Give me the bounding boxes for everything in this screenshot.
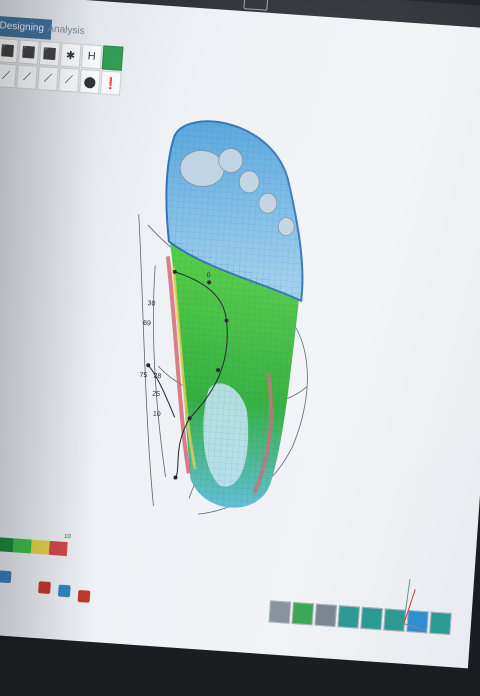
- tool-move-icon[interactable]: ⬛: [17, 39, 40, 65]
- layer-icon-6[interactable]: [77, 589, 91, 603]
- layer-icon-4[interactable]: [38, 581, 51, 594]
- cp-label-5: 25: [152, 391, 160, 399]
- tool-curve-1-icon[interactable]: ⟋: [0, 62, 17, 89]
- app-screen: Designing Analysis ⬛ ⬛ ⬛ ✱ H ⟋ ⟋ ⟋ ⟋ ⬤ ❗: [0, 0, 480, 669]
- cp-label-0: 0: [206, 272, 210, 279]
- tool-mark-icon[interactable]: ❗: [100, 70, 122, 96]
- tool-select-icon[interactable]: ⬛: [0, 38, 19, 64]
- layer-icon-3[interactable]: [0, 570, 12, 584]
- cp-label-3: 75: [139, 372, 147, 380]
- tool-palette: ⬛ ⬛ ⬛ ✱ H ⟋ ⟋ ⟋ ⟋ ⬤ ❗: [0, 38, 126, 97]
- view-tool-4[interactable]: [337, 605, 360, 629]
- axis-gizmo: [403, 578, 427, 631]
- view-tool-2[interactable]: [291, 601, 315, 626]
- 3d-viewport[interactable]: 0 30 69 75 28 25 10: [106, 114, 355, 548]
- scale-max-label: 10: [63, 533, 71, 541]
- view-tool-8[interactable]: [429, 611, 452, 636]
- tool-curve-4-icon[interactable]: ⟋: [58, 67, 80, 93]
- legend-swatch-green: [0, 537, 14, 553]
- cp-label-6: 10: [153, 411, 161, 419]
- tool-settings-icon[interactable]: ✱: [59, 42, 82, 68]
- view-tool-3[interactable]: [314, 603, 337, 627]
- monitor: Designing Analysis ⬛ ⬛ ⬛ ✱ H ⟋ ⟋ ⟋ ⟋ ⬤ ❗: [0, 0, 480, 696]
- cp-label-2: 69: [143, 320, 151, 328]
- tool-rotate-icon[interactable]: ⬛: [38, 40, 61, 67]
- legend-swatch-lightgreen: [12, 538, 32, 554]
- view-tool-1[interactable]: [268, 600, 292, 624]
- window-control-button[interactable]: [243, 0, 269, 11]
- tab-analysis[interactable]: Analysis: [39, 19, 94, 43]
- tool-curve-3-icon[interactable]: ⟋: [37, 65, 59, 92]
- legend-swatch-yellow: [30, 539, 50, 555]
- view-tool-5[interactable]: [360, 606, 383, 631]
- cp-label-1: 30: [147, 300, 155, 308]
- tool-curve-2-icon[interactable]: ⟋: [16, 64, 38, 90]
- tool-active-green[interactable]: [101, 45, 124, 71]
- layer-icon-5[interactable]: [57, 584, 71, 598]
- tool-height-icon[interactable]: H: [80, 43, 103, 70]
- insole-model: 0 30 69 75 28 25 10: [138, 120, 308, 515]
- cp-label-4: 28: [153, 373, 161, 381]
- legend-swatch-red: [48, 540, 68, 557]
- tool-point-icon[interactable]: ⬤: [79, 68, 101, 95]
